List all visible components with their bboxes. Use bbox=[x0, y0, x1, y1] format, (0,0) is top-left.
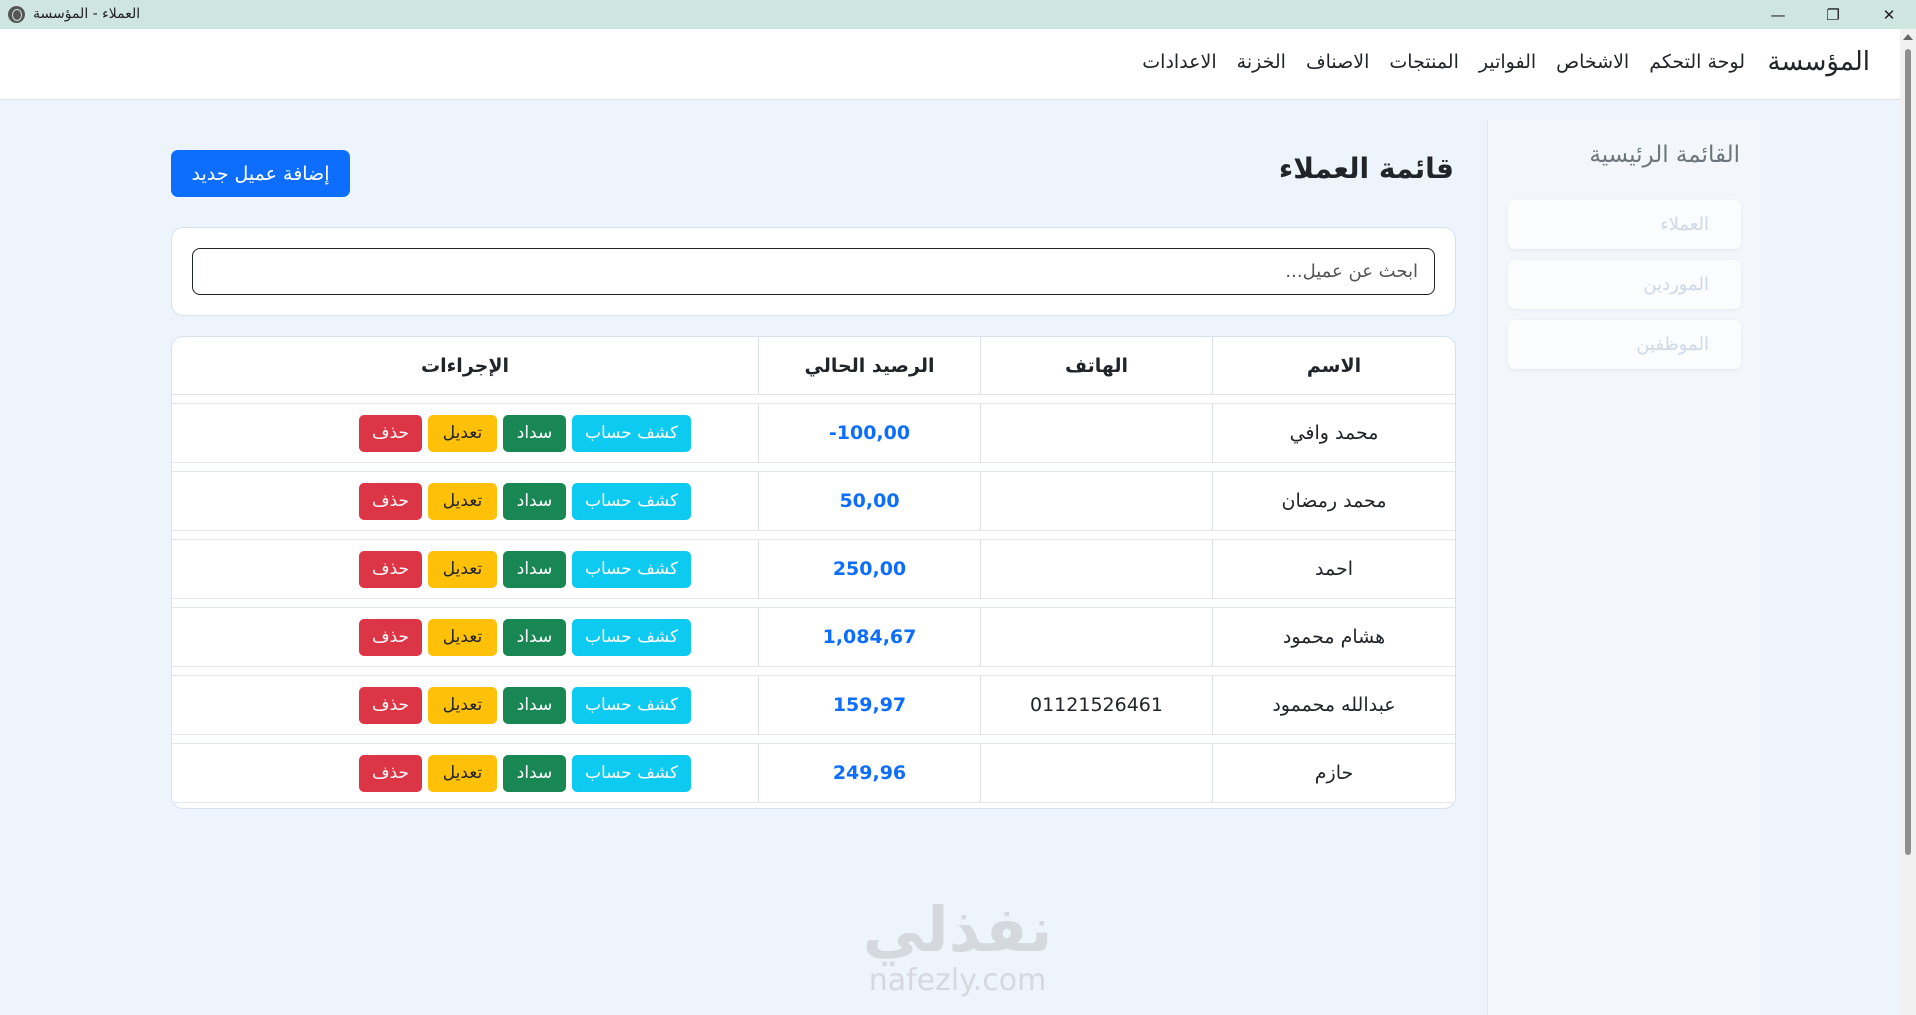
customer-balance: 159,97 bbox=[758, 675, 980, 735]
customer-name: هشام محمود bbox=[1212, 607, 1455, 667]
header-balance: الرصيد الحالي bbox=[758, 337, 980, 395]
row-actions: كشف حساب سداد تعديل حذف bbox=[172, 539, 758, 599]
delete-button[interactable]: حذف bbox=[359, 414, 422, 452]
search-input[interactable] bbox=[192, 248, 1435, 295]
customer-phone: 01121526461 bbox=[980, 675, 1212, 735]
vertical-scrollbar[interactable] bbox=[1900, 29, 1916, 1015]
pay-button[interactable]: سداد bbox=[503, 482, 566, 520]
watermark-arabic: نفذلي bbox=[862, 893, 1053, 966]
delete-button[interactable]: حذف bbox=[359, 754, 422, 792]
table-header-row: الاسم الهاتف الرصيد الحالي الإجراءات bbox=[172, 337, 1455, 395]
nav-link-dashboard[interactable]: لوحة التحكم bbox=[1649, 51, 1745, 73]
edit-button[interactable]: تعديل bbox=[428, 686, 497, 724]
nav-links: لوحة التحكم الاشخاص الفواتير المنتجات ال… bbox=[1142, 51, 1745, 73]
table-row: حازم 249,96 كشف حساب سداد تعديل حذف bbox=[172, 743, 1455, 803]
window-titlebar: العملاء - المؤسسة — ❐ ✕ bbox=[0, 0, 1916, 29]
delete-button[interactable]: حذف bbox=[359, 482, 422, 520]
customer-phone bbox=[980, 607, 1212, 667]
delete-button[interactable]: حذف bbox=[359, 686, 422, 724]
row-actions: كشف حساب سداد تعديل حذف bbox=[172, 607, 758, 667]
customer-name: محمد وافي bbox=[1212, 403, 1455, 463]
customer-balance: 250,00 bbox=[758, 539, 980, 599]
customer-name: محمد رمضان bbox=[1212, 471, 1455, 531]
scrollbar-thumb[interactable] bbox=[1905, 49, 1911, 855]
header-name: الاسم bbox=[1212, 337, 1455, 395]
restore-button[interactable]: ❐ bbox=[1806, 0, 1860, 29]
row-actions: كشف حساب سداد تعديل حذف bbox=[172, 743, 758, 803]
customer-balance: 249,96 bbox=[758, 743, 980, 803]
table-row: احمد 250,00 كشف حساب سداد تعديل حذف bbox=[172, 539, 1455, 599]
sidebar-item-customers[interactable]: العملاء bbox=[1508, 200, 1741, 249]
customer-phone bbox=[980, 403, 1212, 463]
page-title: قائمة العملاء bbox=[1278, 152, 1454, 185]
watermark-latin: nafezly.com bbox=[868, 963, 1047, 998]
pay-button[interactable]: سداد bbox=[503, 550, 566, 588]
scroll-up-arrow-icon[interactable] bbox=[1903, 34, 1913, 40]
statement-button[interactable]: كشف حساب bbox=[572, 686, 691, 724]
delete-button[interactable]: حذف bbox=[359, 550, 422, 588]
globe-icon bbox=[8, 6, 25, 23]
pay-button[interactable]: سداد bbox=[503, 618, 566, 656]
pay-button[interactable]: سداد bbox=[503, 754, 566, 792]
row-actions: كشف حساب سداد تعديل حذف bbox=[172, 471, 758, 531]
customer-phone bbox=[980, 471, 1212, 531]
customer-phone bbox=[980, 539, 1212, 599]
window-title: العملاء - المؤسسة bbox=[33, 6, 141, 22]
table-row: هشام محمود 1,084,67 كشف حساب سداد تعديل … bbox=[172, 607, 1455, 667]
balance-value: 1,084,67 bbox=[822, 626, 917, 648]
nav-link-people[interactable]: الاشخاص bbox=[1556, 51, 1629, 73]
customer-name: حازم bbox=[1212, 743, 1455, 803]
customer-phone bbox=[980, 743, 1212, 803]
edit-button[interactable]: تعديل bbox=[428, 754, 497, 792]
delete-button[interactable]: حذف bbox=[359, 618, 422, 656]
sidebar-item-employees[interactable]: الموظفين bbox=[1508, 320, 1741, 369]
customer-name: احمد bbox=[1212, 539, 1455, 599]
balance-value: 50,00 bbox=[839, 490, 900, 512]
balance-value: -100,00 bbox=[828, 422, 911, 444]
brand-logo[interactable]: المؤسسة bbox=[1767, 47, 1870, 77]
edit-button[interactable]: تعديل bbox=[428, 550, 497, 588]
balance-value: 250,00 bbox=[832, 558, 907, 580]
header-phone: الهاتف bbox=[980, 337, 1212, 395]
statement-button[interactable]: كشف حساب bbox=[572, 482, 691, 520]
table-row: محمد رمضان 50,00 كشف حساب سداد تعديل حذف bbox=[172, 471, 1455, 531]
row-actions: كشف حساب سداد تعديل حذف bbox=[172, 675, 758, 735]
customer-name: عبدالله محممود bbox=[1212, 675, 1455, 735]
customers-table: الاسم الهاتف الرصيد الحالي الإجراءات محم… bbox=[172, 337, 1455, 808]
table-row: محمد وافي -100,00 كشف حساب سداد تعديل حذ… bbox=[172, 403, 1455, 463]
statement-button[interactable]: كشف حساب bbox=[572, 550, 691, 588]
header-actions: الإجراءات bbox=[172, 337, 758, 395]
top-navbar: المؤسسة لوحة التحكم الاشخاص الفواتير الم… bbox=[0, 29, 1900, 100]
nav-link-categories[interactable]: الاصناف bbox=[1306, 51, 1369, 73]
statement-button[interactable]: كشف حساب bbox=[572, 618, 691, 656]
pay-button[interactable]: سداد bbox=[503, 686, 566, 724]
nav-link-settings[interactable]: الاعدادات bbox=[1142, 51, 1216, 73]
balance-value: 159,97 bbox=[832, 694, 907, 716]
edit-button[interactable]: تعديل bbox=[428, 482, 497, 520]
edit-button[interactable]: تعديل bbox=[428, 618, 497, 656]
customer-balance: 50,00 bbox=[758, 471, 980, 531]
search-card bbox=[171, 227, 1456, 316]
add-customer-button[interactable]: إضافة عميل جديد bbox=[171, 150, 350, 197]
pay-button[interactable]: سداد bbox=[503, 414, 566, 452]
balance-value: 249,96 bbox=[832, 762, 907, 784]
edit-button[interactable]: تعديل bbox=[428, 414, 497, 452]
sidebar-item-suppliers[interactable]: الموردين bbox=[1508, 260, 1741, 309]
customer-balance: -100,00 bbox=[758, 403, 980, 463]
customer-balance: 1,084,67 bbox=[758, 607, 980, 667]
row-actions: كشف حساب سداد تعديل حذف bbox=[172, 403, 758, 463]
statement-button[interactable]: كشف حساب bbox=[572, 754, 691, 792]
nav-link-invoices[interactable]: الفواتير bbox=[1479, 51, 1536, 73]
watermark-logo: نفذلي nafezly.com bbox=[850, 895, 1065, 997]
sidebar: القائمة الرئيسية العملاء الموردين الموظف… bbox=[1487, 120, 1760, 1015]
table-row: عبدالله محممود 01121526461 159,97 كشف حس… bbox=[172, 675, 1455, 735]
customers-table-card: الاسم الهاتف الرصيد الحالي الإجراءات محم… bbox=[171, 336, 1456, 809]
nav-link-treasury[interactable]: الخزنة bbox=[1237, 51, 1286, 73]
minimize-button[interactable]: — bbox=[1751, 0, 1805, 29]
nav-link-products[interactable]: المنتجات bbox=[1389, 51, 1458, 73]
sidebar-title: القائمة الرئيسية bbox=[1589, 142, 1740, 168]
close-button[interactable]: ✕ bbox=[1862, 0, 1916, 29]
statement-button[interactable]: كشف حساب bbox=[572, 414, 691, 452]
